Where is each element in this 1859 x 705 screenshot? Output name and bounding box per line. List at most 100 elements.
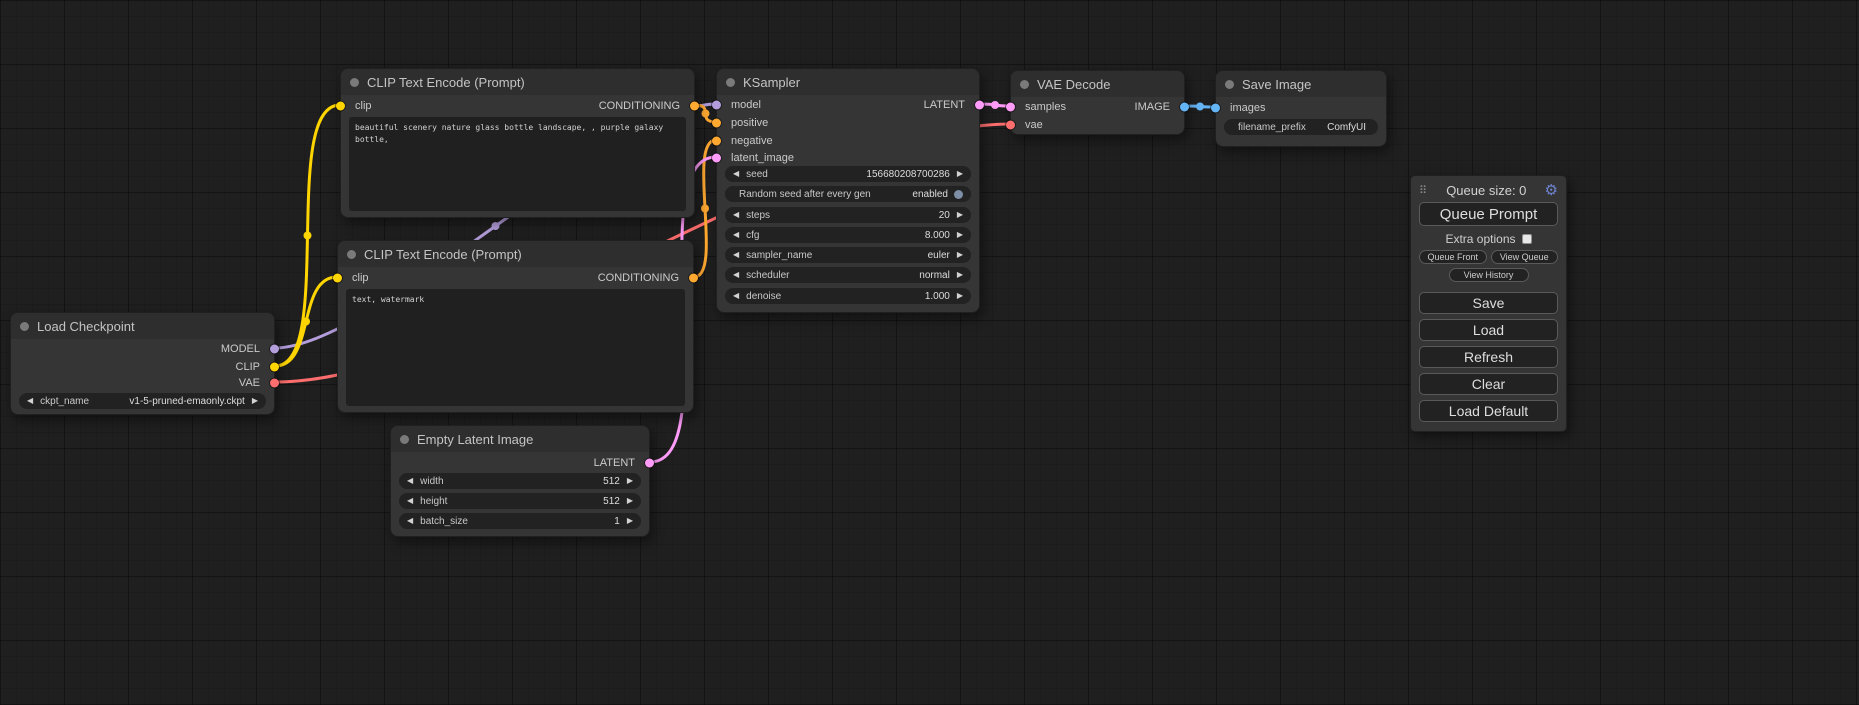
increment-arrow-icon[interactable]: ▶: [957, 247, 963, 263]
node-vae-decode[interactable]: VAE Decode samples vae IMAGE: [1010, 70, 1185, 135]
decrement-arrow-icon[interactable]: ◀: [733, 288, 739, 304]
link-midpoint-dot-image[interactable]: [1196, 103, 1204, 111]
widget-denoise[interactable]: ◀ denoise 1.000 ▶: [725, 288, 971, 304]
slot-dot-latent[interactable]: [1006, 103, 1015, 112]
increment-arrow-icon[interactable]: ▶: [627, 493, 633, 509]
node-clip-text-encode-positive[interactable]: CLIP Text Encode (Prompt) clip CONDITION…: [340, 68, 695, 218]
decrement-arrow-icon[interactable]: ◀: [407, 473, 413, 489]
widget-ckpt-name[interactable]: ◀ ckpt_name v1-5-pruned-emaonly.ckpt ▶: [19, 393, 266, 409]
widget-random-seed-toggle[interactable]: Random seed after every gen enabled: [725, 186, 971, 202]
link-midpoint-dot-clip-positive[interactable]: [304, 232, 312, 240]
node-ksampler[interactable]: KSampler model positive negative latent_…: [716, 68, 980, 313]
increment-arrow-icon[interactable]: ▶: [627, 513, 633, 529]
prompt-textarea[interactable]: beautiful scenery nature glass bottle la…: [349, 117, 686, 211]
node-titlebar[interactable]: Empty Latent Image: [391, 426, 649, 452]
widget-seed[interactable]: ◀ seed 156680208700286 ▶: [725, 166, 971, 182]
increment-arrow-icon[interactable]: ▶: [957, 267, 963, 283]
decrement-arrow-icon[interactable]: ◀: [407, 513, 413, 529]
link-midpoint-dot-conditioning-negative[interactable]: [701, 205, 709, 213]
decrement-arrow-icon[interactable]: ◀: [27, 393, 33, 409]
collapse-dot-icon[interactable]: [20, 322, 29, 331]
widget-sampler-name[interactable]: ◀ sampler_name euler ▶: [725, 247, 971, 263]
widget-height[interactable]: ◀ height 512 ▶: [399, 493, 641, 509]
increment-arrow-icon[interactable]: ▶: [957, 288, 963, 304]
output-slot-label: VAE: [239, 377, 260, 389]
node-titlebar[interactable]: Save Image: [1216, 71, 1386, 97]
slot-dot-conditioning[interactable]: [712, 137, 721, 146]
slot-dot-clip[interactable]: [270, 363, 279, 372]
refresh-button[interactable]: Refresh: [1419, 346, 1558, 368]
slot-dot-latent[interactable]: [645, 459, 654, 468]
slot-dot-clip[interactable]: [333, 274, 342, 283]
widget-filename-prefix[interactable]: filename_prefix ComfyUI: [1224, 119, 1378, 135]
node-titlebar[interactable]: Load Checkpoint: [11, 313, 274, 339]
widget-steps[interactable]: ◀ steps 20 ▶: [725, 207, 971, 223]
link-midpoint-dot-clip-negative[interactable]: [302, 318, 310, 326]
input-slot-label: positive: [731, 117, 768, 129]
collapse-dot-icon[interactable]: [1225, 80, 1234, 89]
collapse-dot-icon[interactable]: [726, 78, 735, 87]
prompt-textarea[interactable]: text, watermark: [346, 289, 685, 406]
view-history-button[interactable]: View History: [1449, 268, 1529, 282]
widget-value: 8.000: [925, 230, 950, 241]
widget-value: ComfyUI: [1327, 122, 1366, 133]
widget-scheduler[interactable]: ◀ scheduler normal ▶: [725, 267, 971, 283]
node-empty-latent-image[interactable]: Empty Latent Image LATENT ◀ width 512 ▶ …: [390, 425, 650, 537]
node-titlebar[interactable]: VAE Decode: [1011, 71, 1184, 97]
increment-arrow-icon[interactable]: ▶: [957, 166, 963, 182]
slot-dot-conditioning[interactable]: [690, 102, 699, 111]
slot-dot-latent[interactable]: [712, 154, 721, 163]
decrement-arrow-icon[interactable]: ◀: [733, 267, 739, 283]
increment-arrow-icon[interactable]: ▶: [957, 207, 963, 223]
slot-dot-model[interactable]: [270, 345, 279, 354]
collapse-dot-icon[interactable]: [350, 78, 359, 87]
view-queue-button[interactable]: View Queue: [1491, 250, 1559, 264]
node-titlebar[interactable]: CLIP Text Encode (Prompt): [341, 69, 694, 95]
slot-dot-conditioning[interactable]: [689, 274, 698, 283]
slot-dot-model[interactable]: [712, 101, 721, 110]
link-midpoint-dot-conditioning-positive[interactable]: [702, 110, 710, 118]
slot-dot-clip[interactable]: [336, 102, 345, 111]
node-save-image[interactable]: Save Image images filename_prefix ComfyU…: [1215, 70, 1387, 147]
queue-front-button[interactable]: Queue Front: [1419, 250, 1487, 264]
link-midpoint-dot-latent-out[interactable]: [991, 101, 999, 109]
node-titlebar[interactable]: KSampler: [717, 69, 979, 95]
widget-cfg[interactable]: ◀ cfg 8.000 ▶: [725, 227, 971, 243]
toggle-dot-icon[interactable]: [954, 190, 963, 199]
graph-canvas[interactable]: Load Checkpoint MODEL CLIP VAE ◀ ckpt_na…: [0, 0, 1859, 705]
input-slot-vae: vae: [1011, 117, 1043, 133]
drag-handle-icon[interactable]: ⠿: [1419, 184, 1428, 197]
decrement-arrow-icon[interactable]: ◀: [733, 227, 739, 243]
slot-dot-vae[interactable]: [1006, 121, 1015, 130]
slot-dot-latent[interactable]: [975, 101, 984, 110]
link-midpoint-dot-model[interactable]: [492, 222, 500, 230]
node-title: KSampler: [743, 75, 800, 90]
increment-arrow-icon[interactable]: ▶: [957, 227, 963, 243]
widget-width[interactable]: ◀ width 512 ▶: [399, 473, 641, 489]
collapse-dot-icon[interactable]: [347, 250, 356, 259]
widget-batch-size[interactable]: ◀ batch_size 1 ▶: [399, 513, 641, 529]
slot-dot-image[interactable]: [1211, 104, 1220, 113]
load-button[interactable]: Load: [1419, 319, 1558, 341]
extra-options-checkbox[interactable]: [1522, 234, 1532, 244]
decrement-arrow-icon[interactable]: ◀: [733, 247, 739, 263]
queue-prompt-button[interactable]: Queue Prompt: [1419, 202, 1558, 226]
load-default-button[interactable]: Load Default: [1419, 400, 1558, 422]
settings-gear-icon[interactable]: ⚙: [1545, 183, 1558, 198]
menu-header: ⠿ Queue size: 0 ⚙: [1419, 183, 1558, 198]
decrement-arrow-icon[interactable]: ◀: [733, 166, 739, 182]
collapse-dot-icon[interactable]: [400, 435, 409, 444]
decrement-arrow-icon[interactable]: ◀: [407, 493, 413, 509]
node-titlebar[interactable]: CLIP Text Encode (Prompt): [338, 241, 693, 267]
save-button[interactable]: Save: [1419, 292, 1558, 314]
slot-dot-vae[interactable]: [270, 379, 279, 388]
slot-dot-conditioning[interactable]: [712, 119, 721, 128]
increment-arrow-icon[interactable]: ▶: [252, 393, 258, 409]
node-clip-text-encode-negative[interactable]: CLIP Text Encode (Prompt) clip CONDITION…: [337, 240, 694, 413]
node-load-checkpoint[interactable]: Load Checkpoint MODEL CLIP VAE ◀ ckpt_na…: [10, 312, 275, 415]
increment-arrow-icon[interactable]: ▶: [627, 473, 633, 489]
decrement-arrow-icon[interactable]: ◀: [733, 207, 739, 223]
clear-button[interactable]: Clear: [1419, 373, 1558, 395]
collapse-dot-icon[interactable]: [1020, 80, 1029, 89]
slot-dot-image[interactable]: [1180, 103, 1189, 112]
